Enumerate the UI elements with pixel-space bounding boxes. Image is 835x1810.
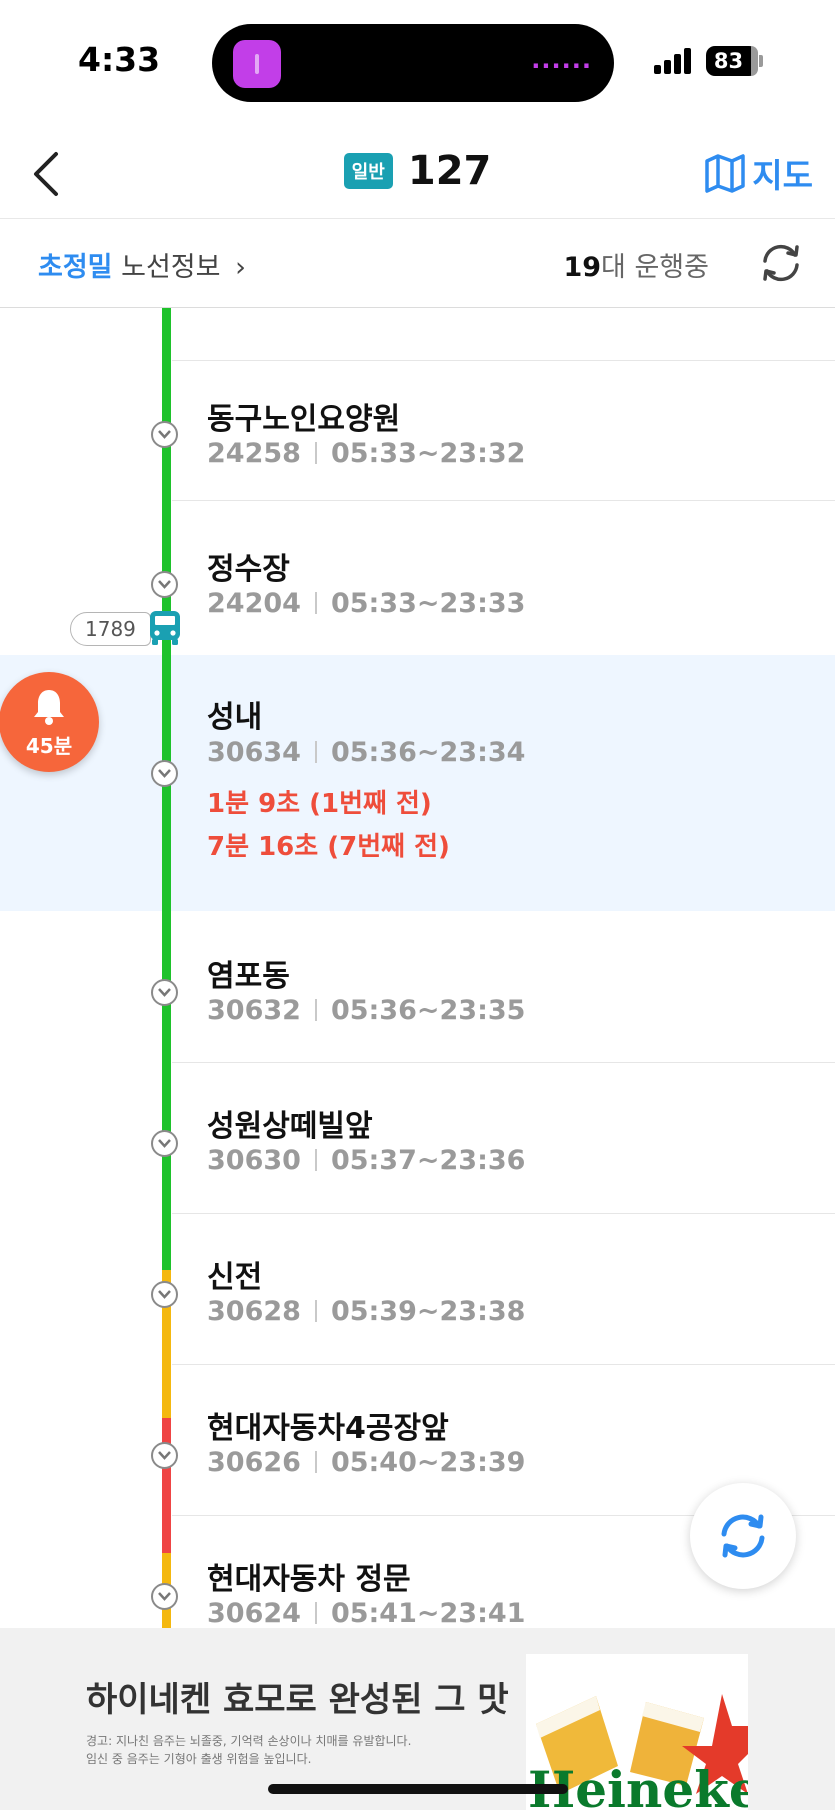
refresh-button[interactable]	[757, 239, 805, 287]
stop-hours: 05:33~23:32	[330, 438, 526, 469]
bus-plate-tag[interactable]: 1789	[70, 612, 151, 646]
stop-hours: 05:40~23:39	[330, 1447, 526, 1478]
stop-name: 성원상떼빌앞	[207, 1109, 373, 1144]
status-bar: 4:33 ...... 83	[0, 0, 835, 120]
stop-name: 성내	[207, 700, 263, 735]
dynamic-island: ......	[212, 24, 614, 102]
stop-marker-icon	[151, 421, 178, 448]
home-indicator[interactable]	[268, 1784, 568, 1794]
stop-name: 현대자동차 정문	[207, 1562, 411, 1597]
arrival-alarm-button[interactable]: 45분	[0, 672, 99, 772]
stop-meta: 24258 05:33~23:32	[207, 438, 525, 469]
alarm-time-label: 45분	[25, 734, 73, 758]
stop-marker-icon	[151, 1130, 178, 1157]
stop-meta: 30632 05:36~23:35	[207, 995, 525, 1026]
nav-header: 일반 127 지도	[0, 130, 835, 219]
stop-hours: 05:39~23:38	[330, 1296, 526, 1327]
stop-meta: 30628 05:39~23:38	[207, 1296, 525, 1327]
stop-id: 24204	[207, 588, 301, 619]
stop-meta: 30624 05:41~23:41	[207, 1598, 525, 1628]
refresh-icon	[763, 244, 799, 282]
stop-row-current[interactable]: 성내 30634 05:36~23:34 1분 9초 (1번째 전) 7분 16초…	[0, 655, 835, 911]
route-info-link[interactable]: 초정밀 노선정보 ›	[38, 245, 246, 284]
stop-name: 현대자동차4공장앞	[207, 1411, 449, 1446]
stop-meta: 30630 05:37~23:36	[207, 1145, 525, 1176]
refresh-icon	[721, 1514, 765, 1558]
stop-marker-icon	[151, 1442, 178, 1469]
map-icon	[705, 154, 746, 193]
stop-marker-icon	[151, 979, 178, 1006]
route-number: 127	[407, 148, 492, 194]
running-status: 19대 운행중	[563, 245, 709, 284]
stop-meta: 24204 05:33~23:33	[207, 588, 525, 619]
stop-id: 30632	[207, 995, 301, 1026]
ad-warning: 경고: 지나친 음주는 뇌졸중, 기억력 손상이나 치매를 유발합니다.	[86, 1734, 412, 1748]
status-time: 4:33	[78, 40, 161, 79]
stop-id: 30634	[207, 737, 301, 768]
chevron-right-icon: ›	[235, 252, 246, 283]
stop-hours: 05:37~23:36	[330, 1145, 526, 1176]
stop-name: 동구노인요양원	[207, 402, 401, 437]
ad-headline: 하이네켄 효모로 완성된 그 맛	[86, 1680, 509, 1720]
running-count: 19	[563, 252, 602, 283]
stop-marker-icon	[151, 571, 178, 598]
signal-icon	[654, 48, 694, 74]
map-label: 지도	[752, 156, 813, 195]
stop-marker-icon	[151, 760, 178, 787]
arrival-time: 1분 9초 (1번째 전)	[207, 789, 432, 819]
stop-id: 30630	[207, 1145, 301, 1176]
running-suffix: 대 운행중	[601, 252, 709, 283]
stop-id: 30626	[207, 1447, 301, 1478]
map-button[interactable]: 지도	[704, 150, 813, 196]
stop-id: 30624	[207, 1598, 301, 1628]
arrival-time: 7분 16초 (7번째 전)	[207, 832, 450, 862]
island-app-icon	[233, 40, 281, 88]
ad-warning: 임신 중 음주는 기형아 출생 위험을 높입니다.	[86, 1752, 312, 1766]
stop-marker-icon	[151, 1583, 178, 1610]
stop-name: 신전	[207, 1260, 263, 1295]
bus-icon[interactable]	[148, 610, 182, 646]
island-activity-dots: ......	[531, 46, 592, 74]
stop-id: 24258	[207, 438, 301, 469]
stop-hours: 05:36~23:34	[330, 737, 526, 768]
route-info-bar: 초정밀 노선정보 › 19대 운행중	[0, 219, 835, 308]
floating-refresh-button[interactable]	[690, 1483, 796, 1589]
battery-icon: 83	[706, 46, 758, 76]
stop-row[interactable]: 신전 30628 05:39~23:38	[0, 1215, 835, 1365]
ad-banner[interactable]: 하이네켄 효모로 완성된 그 맛 경고: 지나친 음주는 뇌졸중, 기억력 손상…	[0, 1628, 835, 1810]
stop-meta: 30634 05:36~23:34	[207, 737, 525, 768]
stop-name: 정수장	[207, 552, 290, 587]
stop-hours: 05:36~23:35	[330, 995, 526, 1026]
stop-hours: 05:33~23:33	[330, 588, 526, 619]
precision-label: 초정밀	[38, 252, 113, 283]
route-info-label: 노선정보	[121, 252, 221, 283]
bell-icon	[34, 690, 64, 725]
battery-level: 83	[713, 49, 744, 73]
stop-row[interactable]: 동구노인요양원 24258 05:33~23:32	[0, 351, 835, 501]
stop-name: 염포동	[207, 959, 290, 994]
stop-marker-icon	[151, 1281, 178, 1308]
stop-list: 동구노인요양원 24258 05:33~23:32 정수장 24204 05:33~…	[0, 308, 835, 1628]
stop-row[interactable]: 염포동 30632 05:36~23:35	[0, 913, 835, 1063]
route-type-badge: 일반	[343, 153, 393, 189]
stop-row[interactable]: 성원상떼빌앞 30630 05:37~23:36	[0, 1064, 835, 1214]
stop-id: 30628	[207, 1296, 301, 1327]
stop-meta: 30626 05:40~23:39	[207, 1447, 525, 1478]
stop-hours: 05:41~23:41	[330, 1598, 526, 1628]
